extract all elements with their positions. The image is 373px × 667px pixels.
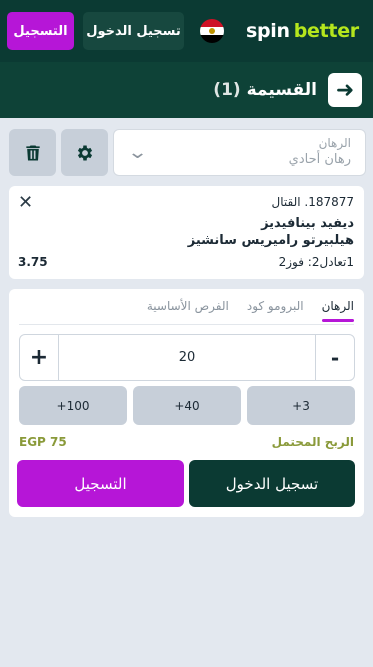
delete-button[interactable] [9,129,56,176]
close-icon[interactable]: ✕ [18,192,33,213]
chevron-down-icon: ⌄ [126,142,149,163]
bet-type-value: رهان أحادي [288,152,351,167]
settings-button[interactable] [61,129,108,176]
bet-card: ✕ 187877. القتال ديفيد بينافيديز هيلبيرت… [9,186,364,279]
player-1: ديفيد بينافيديز [261,216,354,231]
potential-win-label: الربح المحتمل [271,435,354,449]
logo[interactable]: spin better [246,20,359,42]
stake-amount-input[interactable]: 20 [60,335,314,380]
gear-icon [77,145,92,160]
slip-count: (1) [213,80,241,100]
stake-card: الرهان البرومو كود الفرص الأساسية + 20 -… [9,289,364,517]
logo-better: better [293,20,359,42]
potential-win-value: EGP 75 [19,435,67,449]
tab-promo-code[interactable]: البرومو كود [247,299,304,322]
quick-stake-100[interactable]: +100 [19,386,127,425]
slip-title: القسيمة (1) [213,80,317,100]
egypt-flag-icon[interactable] [200,19,224,43]
stake-tabs: الرهان البرومو كود الفرص الأساسية [147,299,355,322]
register-button-top[interactable]: التسجيل [7,12,74,50]
register-button[interactable]: التسجيل [17,460,184,507]
login-button-top[interactable]: تسجيل الدخول [83,12,184,50]
slip-title-text: القسيمة [246,80,317,100]
logo-spin: spin [246,20,290,42]
bet-outcome: 1تعادل2: فوز2 [278,255,354,269]
tab-main-odds[interactable]: الفرص الأساسية [147,299,229,322]
login-button[interactable]: تسجيل الدخول [189,460,355,507]
minus-button[interactable]: - [315,335,354,380]
quick-stake-3[interactable]: +3 [247,386,355,425]
stake-stepper: + 20 - [19,334,355,381]
bet-type-select[interactable]: الرهان رهان أحادي ⌄ [113,129,366,176]
bet-odds: 3.75 [18,255,48,269]
plus-button[interactable]: + [20,335,59,380]
slip-header [0,62,373,118]
event-name: 187877. القتال [271,195,355,209]
players: ديفيد بينافيديز هيلبيرتو راميريس سانشيز [188,215,354,249]
trash-icon [25,145,40,160]
tabs-divider [19,324,354,325]
quick-stake-40[interactable]: +40 [133,386,241,425]
bet-type-label: الرهان [318,136,351,150]
tab-bet[interactable]: الرهان [321,299,355,322]
arrow-right-icon[interactable]: ➜ [328,73,362,107]
player-2: هيلبيرتو راميريس سانشيز [187,233,354,248]
